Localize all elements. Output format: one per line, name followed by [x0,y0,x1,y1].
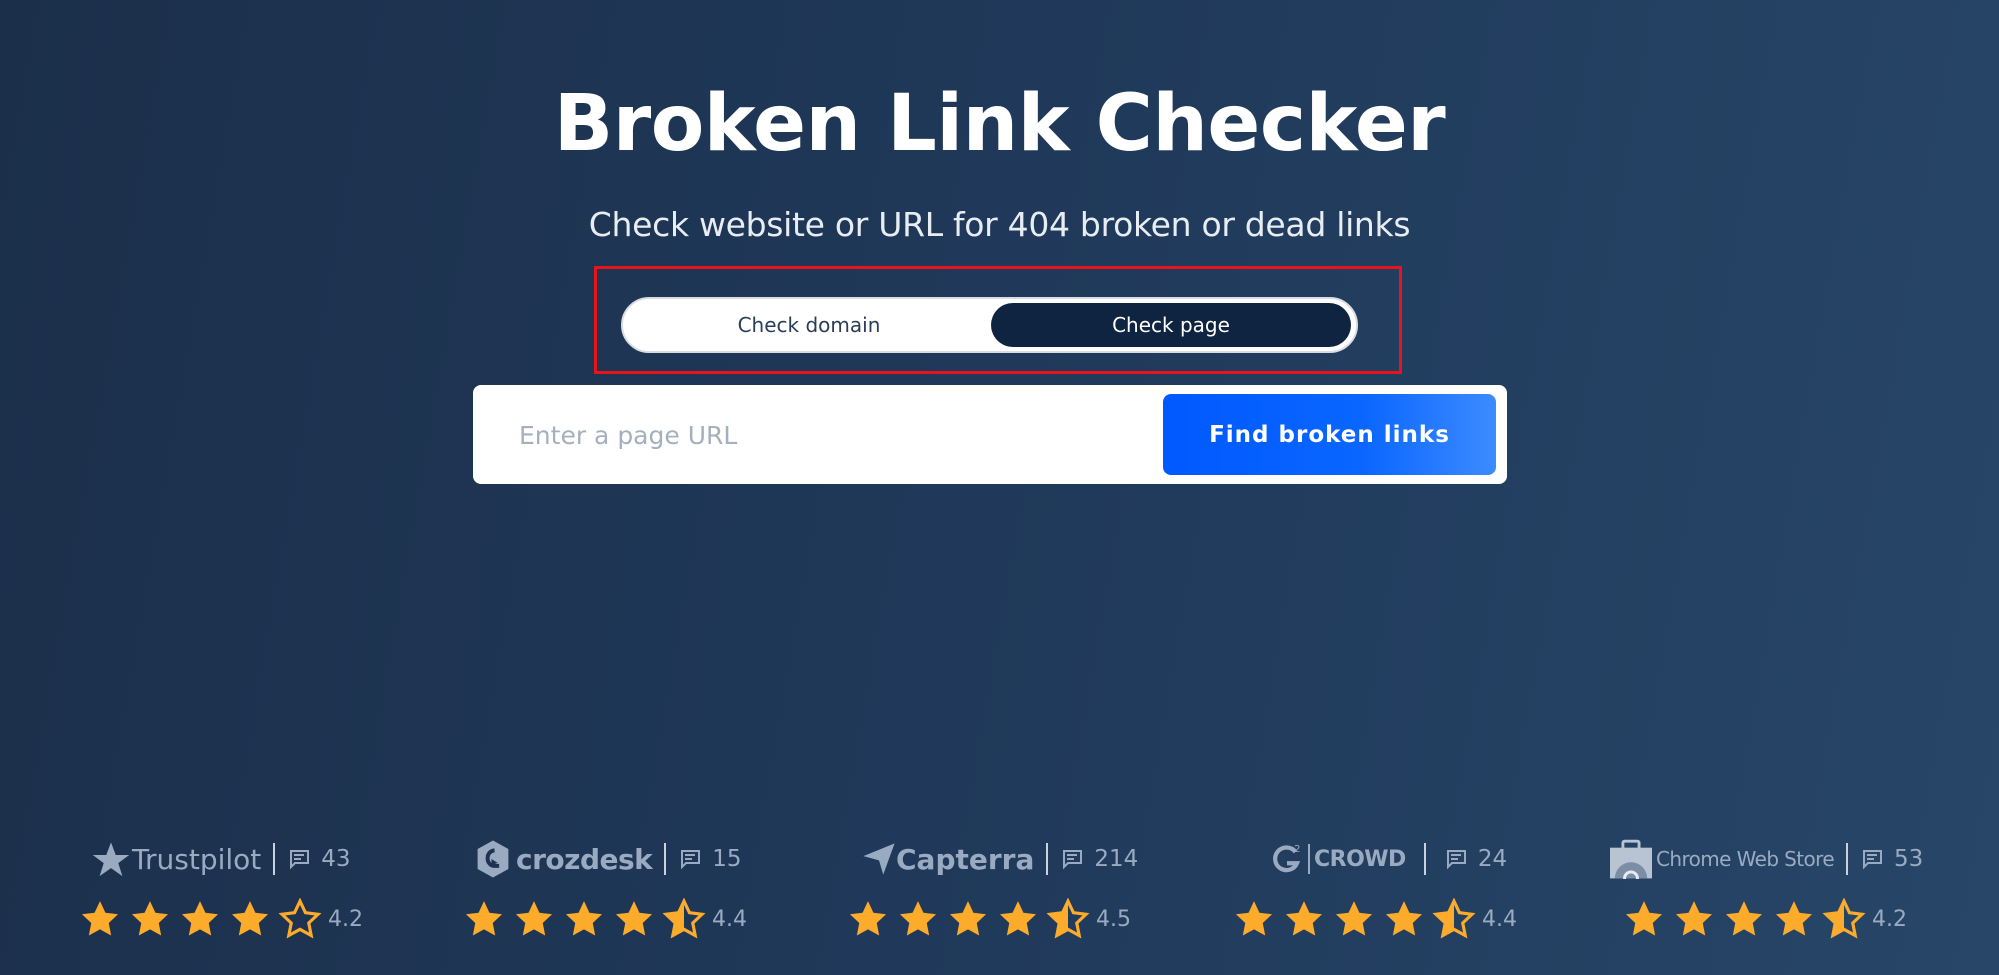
star-full-icon [1235,901,1273,936]
comment-icon [681,850,701,870]
divider [1423,843,1426,875]
review-count: 53 [1894,846,1924,872]
check-page-option[interactable]: Check page [991,303,1351,347]
svg-text:2: 2 [1294,844,1300,855]
divider [664,843,667,875]
divider [1046,843,1049,875]
crozdesk-logo: crozdesk [474,839,653,879]
g2-logo-icon: 2 [1273,844,1300,873]
star-full-icon [949,901,987,936]
comment-icon [1446,850,1466,870]
star-half-icon [1046,898,1090,939]
star-full-icon [899,901,937,936]
star-full-icon [181,901,219,936]
star-rating: 4.4 [462,898,747,940]
star-full-icon [81,901,119,936]
star-full-icon [465,901,503,936]
capterra-arrow-icon [863,843,895,875]
review-count: 214 [1094,846,1139,872]
star-rating: 4.2 [1622,898,1907,940]
star-full-icon [1335,901,1373,936]
star-half-icon [1432,898,1476,939]
rating-score: 4.4 [712,906,747,932]
mode-toggle: Check domain Check page [621,297,1358,353]
platform-name: Chrome Web Store [1656,847,1835,871]
star-full-icon [1285,901,1323,936]
star-full-icon [565,901,603,936]
star-full-icon [515,901,553,936]
rating-score: 4.2 [328,906,363,932]
find-broken-links-button[interactable]: Find broken links [1163,394,1496,475]
reviews-bar: Trustpilot 43 4.2 crozdesk 15 4.4 Capter… [0,836,1999,966]
rating-score: 4.4 [1482,906,1517,932]
star-full-icon [849,901,887,936]
comment-icon [1063,850,1083,870]
platform-name: Capterra [896,842,1035,876]
chrome-web-store-logo: Chrome Web Store [1610,839,1835,879]
rating-score: 4.5 [1096,906,1131,932]
page-subtitle: Check website or URL for 404 broken or d… [588,205,1411,244]
chrome-web-store-icon [1610,839,1652,879]
star-full-icon [1675,901,1713,936]
star-full-icon [231,901,269,936]
star-rating: 4.5 [846,898,1131,940]
star-full-icon [1625,901,1663,936]
review-count: 24 [1477,846,1508,872]
star-empty-icon [278,898,322,939]
star-full-icon [999,901,1037,936]
star-full-icon [615,901,653,936]
comment-icon [290,850,310,870]
star-full-icon [131,901,169,936]
check-domain-option[interactable]: Check domain [629,303,989,347]
divider [1846,843,1849,875]
star-full-icon [1725,901,1763,936]
review-count: 15 [712,846,742,872]
platform-name: crozdesk [516,842,653,876]
review-count: 43 [321,846,351,872]
trustpilot-star-icon [92,842,130,877]
star-full-icon [1385,901,1423,936]
star-half-icon [1822,898,1866,939]
star-rating: 4.4 [1232,898,1517,940]
rating-score: 4.2 [1872,906,1907,932]
platform-name: CROWD [1314,846,1406,872]
search-form: Find broken links [473,385,1507,484]
star-full-icon [1775,901,1813,936]
crozdesk-logo-icon [477,840,509,878]
g2-crowd-logo: 2 CROWD [1270,842,1406,876]
divider [273,843,276,875]
star-rating: 4.2 [78,898,363,940]
page-title: Broken Link Checker [553,79,1446,169]
trustpilot-logo: Trustpilot [92,840,261,878]
page-url-input[interactable] [517,405,1101,466]
star-half-icon [662,898,706,939]
comment-icon [1863,850,1883,870]
capterra-logo: Capterra [862,842,1034,876]
platform-name: Trustpilot [132,842,262,876]
